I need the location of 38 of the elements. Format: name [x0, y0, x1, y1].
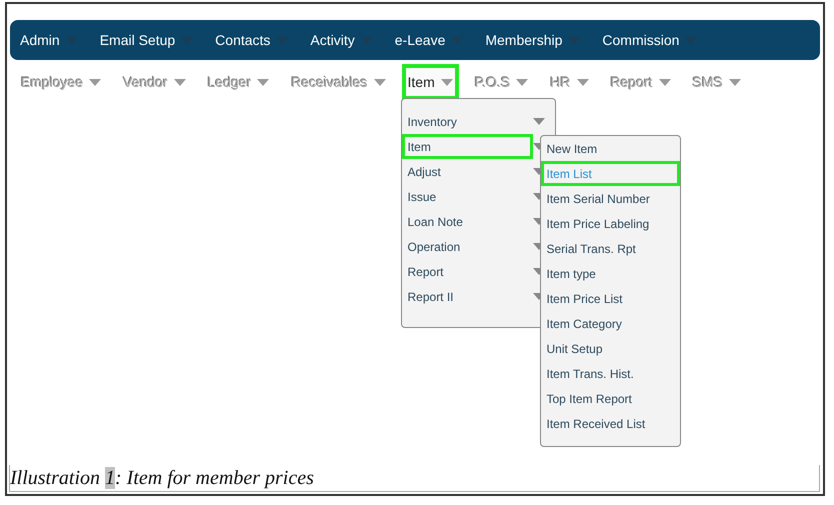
flyout-item[interactable]: Serial Trans. Rpt	[540, 236, 680, 261]
menu-item[interactable]: Commission	[602, 32, 702, 48]
menu-item[interactable]: Admin	[20, 32, 82, 48]
dropdown-item[interactable]: Adjust	[402, 159, 532, 184]
dropdown-item[interactable]: Operation	[402, 234, 532, 259]
flyout-item[interactable]: Unit Setup	[540, 336, 680, 361]
caret-icon	[576, 78, 589, 86]
submenu-item[interactable]: Item	[402, 64, 459, 100]
flyout-item[interactable]: Item Trans. Hist.	[540, 361, 680, 386]
menu-item[interactable]: Membership	[485, 32, 584, 48]
menu-item[interactable]: e-Leave	[394, 32, 468, 48]
dropdown-item[interactable]: Loan Note	[402, 209, 532, 234]
figure-caption: Illustration 1: Item for member prices	[10, 466, 315, 491]
dropdown-item[interactable]: Report	[402, 259, 532, 284]
caret-icon	[532, 118, 544, 125]
caret-icon	[257, 78, 270, 86]
caret-icon	[516, 78, 528, 86]
caret-icon	[89, 78, 102, 86]
flyout-item[interactable]: New Item	[540, 136, 680, 161]
caret-icon	[374, 78, 386, 86]
menu-item[interactable]: Activity	[310, 32, 377, 48]
menu-item[interactable]: Contacts	[215, 32, 292, 48]
flyout-item[interactable]: Item Serial Number	[540, 186, 680, 211]
flyout-item[interactable]: Item Price List	[540, 286, 680, 311]
caret-icon	[440, 78, 453, 86]
dropdown-item[interactable]: Item	[402, 134, 532, 159]
flyout-item[interactable]: Top Item Report	[540, 386, 680, 411]
flyout-item[interactable]: Item Category	[540, 311, 680, 336]
dropdown-item[interactable]: Report II	[402, 284, 532, 309]
caret-icon	[728, 78, 741, 86]
dropdown-item[interactable]: Issue	[402, 184, 532, 209]
flyout-item[interactable]: Item Price Labeling	[540, 211, 680, 236]
flyout-item[interactable]: Item type	[540, 261, 680, 286]
flyout-item[interactable]: Item Received List	[540, 411, 680, 436]
caret-icon	[174, 78, 186, 86]
menu-item[interactable]: Email Setup	[100, 32, 198, 48]
caret-icon	[658, 78, 671, 86]
dropdown-item[interactable]: Inventory	[402, 109, 532, 134]
